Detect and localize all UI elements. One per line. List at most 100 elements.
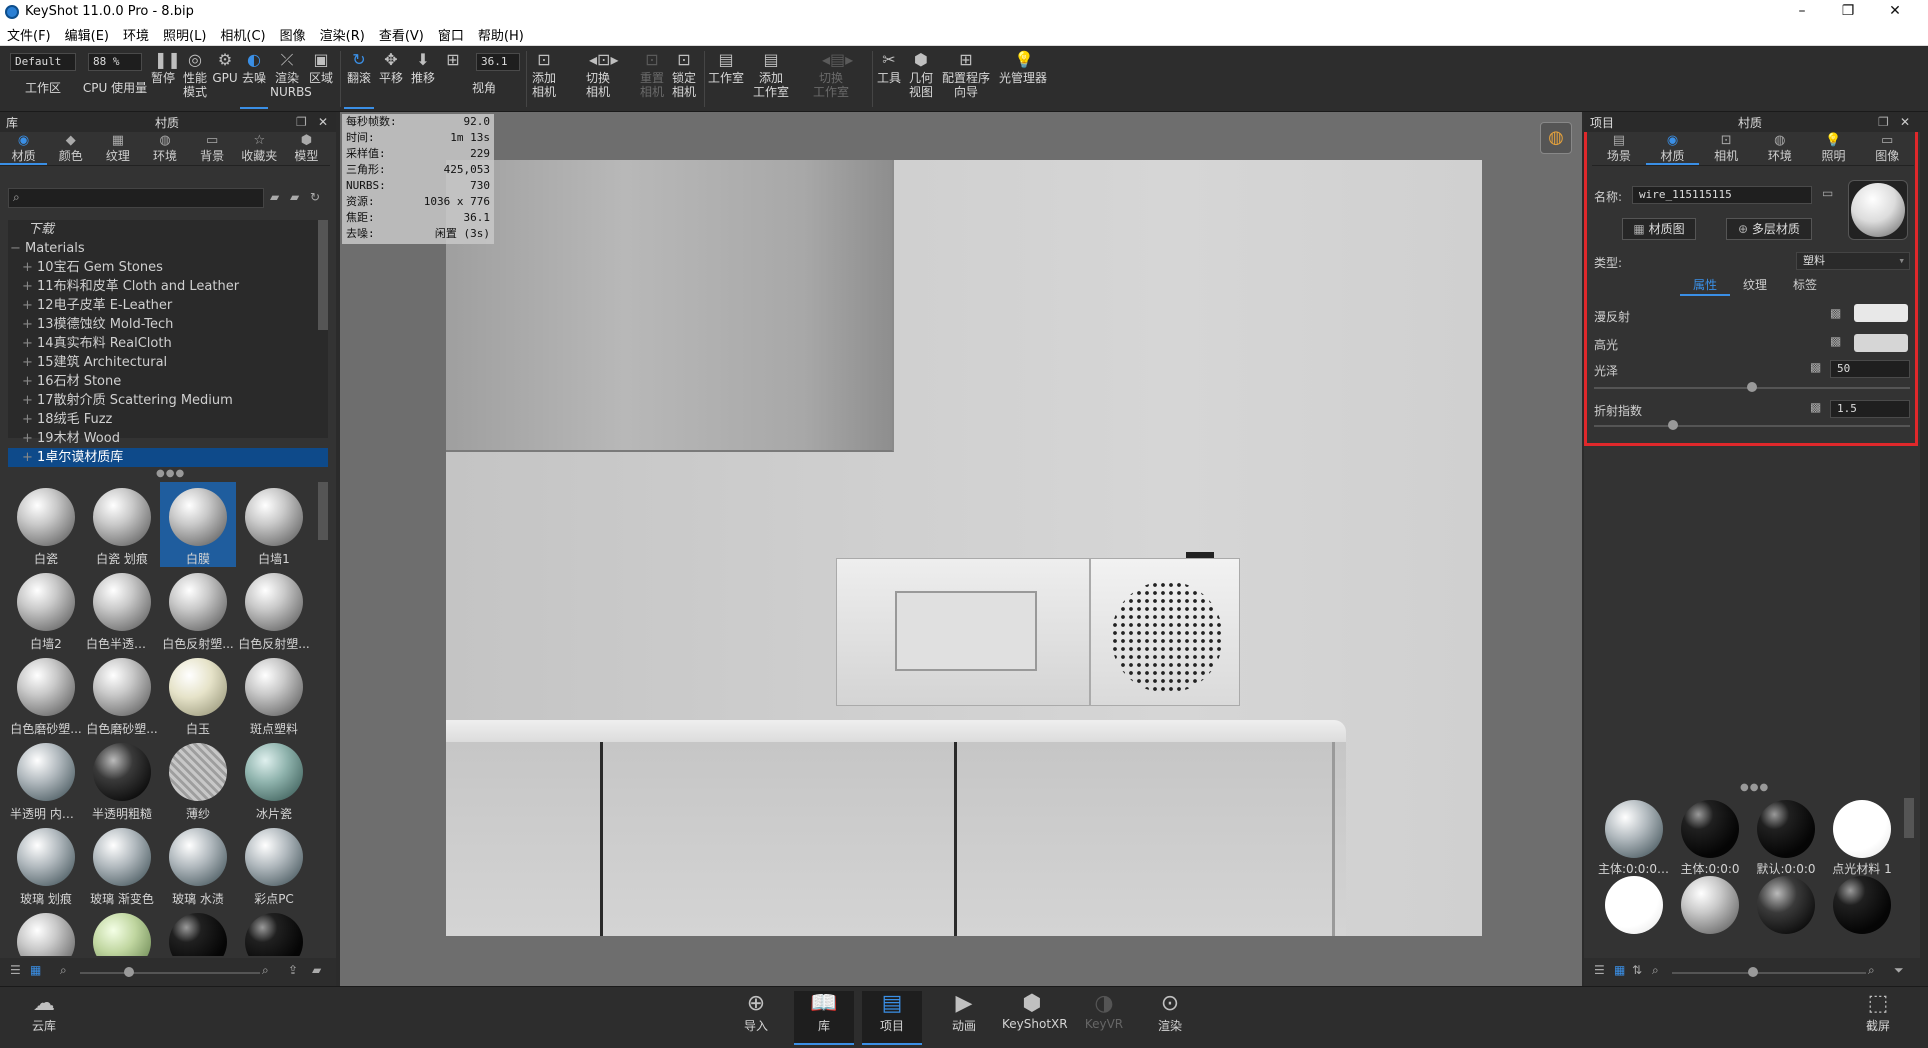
region-button[interactable]: ▣ 区域: [306, 51, 336, 109]
tree-item[interactable]: + 19木材 Wood: [8, 429, 328, 448]
add-studio-button[interactable]: ▤ 添加 工作室: [750, 51, 792, 109]
material-thumbnail[interactable]: 白瓷 划痕: [84, 482, 160, 567]
tree-item[interactable]: + 18绒毛 Fuzz: [8, 410, 328, 429]
project-button[interactable]: ▤ 项目: [862, 991, 922, 1045]
material-thumbnail[interactable]: 白色反射塑...: [236, 567, 312, 652]
texture-map-icon[interactable]: ▩: [1810, 400, 1821, 414]
folder-icon[interactable]: ▰: [312, 963, 321, 977]
diffuse-color-swatch[interactable]: [1854, 304, 1908, 322]
scene-material[interactable]: [1824, 874, 1900, 950]
roughness-slider-knob[interactable]: [1747, 382, 1757, 392]
maximize-button[interactable]: ❐: [1825, 0, 1871, 23]
scene-material[interactable]: 默认:0:0:0: [1748, 798, 1824, 876]
tumble-button[interactable]: ↻ 翻滚: [344, 51, 374, 109]
thumbnail-size-knob[interactable]: [1748, 967, 1758, 977]
denoise-button[interactable]: ◐ 去噪: [240, 51, 268, 109]
texture-map-icon[interactable]: ▩: [1830, 334, 1841, 348]
light-manager-button[interactable]: 💡 光管理器: [996, 51, 1050, 109]
tree-item[interactable]: + 15建筑 Architectural: [8, 353, 328, 372]
performance-mode-button[interactable]: ◎ 性能 模式: [180, 51, 210, 109]
tab-color[interactable]: ◆ 颜色: [47, 132, 94, 165]
list-view-icon[interactable]: ☰: [1594, 963, 1605, 977]
ior-input[interactable]: 1.5: [1830, 400, 1910, 418]
render-button[interactable]: ⊙ 渲染: [1140, 991, 1200, 1045]
save-material-icon[interactable]: ▭: [1822, 186, 1833, 200]
minimize-button[interactable]: –: [1779, 0, 1825, 23]
switch-camera-button[interactable]: ◂⊡▸ 切换 相机: [578, 51, 618, 109]
scene-material[interactable]: [1596, 874, 1672, 950]
thumbnail-size-slider[interactable]: [80, 972, 260, 974]
texture-map-icon[interactable]: ▩: [1810, 360, 1821, 374]
import-button[interactable]: ⊕ 导入: [726, 991, 786, 1045]
material-thumbnail[interactable]: 白瓷: [8, 482, 84, 567]
menu-item-2[interactable]: 环境: [116, 25, 156, 44]
tab-scene[interactable]: ▤ 场景: [1592, 132, 1646, 165]
cpu-usage-select[interactable]: 88 %: [88, 53, 142, 71]
grid-view-icon[interactable]: ▦: [1614, 963, 1625, 977]
float-panel-icon[interactable]: ❐: [1878, 115, 1889, 129]
thumbnail-size-slider[interactable]: [1672, 972, 1866, 974]
animation-button[interactable]: ▶ 动画: [934, 991, 994, 1045]
material-type-select[interactable]: 塑料 ▾: [1796, 252, 1910, 270]
pan-button[interactable]: ✥ 平移: [376, 51, 406, 109]
switch-studio-button[interactable]: ◂▤▸ 切换 工作室: [806, 51, 856, 109]
material-thumbnail[interactable]: 白色半透明 ...: [84, 567, 160, 652]
splitter-handle[interactable]: ●●●: [156, 468, 185, 479]
tree-item[interactable]: + 1卓尔谟材质库: [8, 448, 328, 467]
fov-input[interactable]: 36.1: [476, 53, 520, 71]
tree-item[interactable]: + 17散射介质 Scattering Medium: [8, 391, 328, 410]
material-thumbnail[interactable]: 白墙2: [8, 567, 84, 652]
tab-background[interactable]: ▭ 背景: [189, 132, 236, 165]
tab-model[interactable]: ⬢ 模型: [283, 132, 330, 165]
material-thumbnail[interactable]: 玻璃 划痕: [8, 822, 84, 907]
ior-slider-knob[interactable]: [1668, 420, 1678, 430]
tab-favorites[interactable]: ☆ 收藏夹: [236, 132, 283, 165]
material-thumbnail[interactable]: 薄纱: [160, 737, 236, 822]
tab-texture[interactable]: ▦ 纹理: [94, 132, 141, 165]
material-thumbnail[interactable]: 白玉: [160, 652, 236, 737]
material-thumbnail[interactable]: 白色反射塑...: [160, 567, 236, 652]
tree-item[interactable]: + 12电子皮革 E-Leather: [8, 296, 328, 315]
reset-camera-button[interactable]: ⊡ 重置 相机: [636, 51, 668, 109]
cloud-library-button[interactable]: ☁ 云库: [14, 991, 74, 1045]
refresh-icon[interactable]: ↻: [310, 190, 320, 204]
tree-group[interactable]: − Materials: [8, 239, 328, 258]
keyvr-button[interactable]: ◑ KeyVR: [1074, 991, 1134, 1045]
material-thumbnail[interactable]: [160, 907, 236, 956]
tree-item[interactable]: + 13模德蚀纹 Mold-Tech: [8, 315, 328, 334]
tree-scrollbar[interactable]: [318, 220, 328, 330]
viewport[interactable]: 每秒帧数: 92.0 时间: 1m 13s 采样值: 229 三角形: 425,053 NURB…: [340, 112, 1582, 986]
menu-item-6[interactable]: 渲染(R): [313, 25, 372, 44]
keyshotxr-button[interactable]: ⬢ KeyShotXR: [1002, 991, 1068, 1045]
pause-button[interactable]: ❚❚ 暂停: [148, 51, 181, 109]
material-thumbnail[interactable]: 斑点塑料: [236, 652, 312, 737]
subtab-1[interactable]: 纹理: [1730, 276, 1780, 296]
roughness-input[interactable]: 50: [1830, 360, 1910, 378]
tab-environment[interactable]: ◍ 环境: [1753, 132, 1807, 165]
list-view-icon[interactable]: ☰: [10, 963, 21, 977]
filter-icon[interactable]: ⏷: [1894, 963, 1904, 978]
material-thumbnail[interactable]: 冰片瓷: [236, 737, 312, 822]
upload-icon[interactable]: ⇪: [288, 963, 298, 977]
sort-icon[interactable]: ⇅: [1632, 963, 1642, 977]
zoom-in-icon[interactable]: ⌕: [262, 963, 269, 978]
tools-button[interactable]: ✂ 工具: [874, 51, 904, 109]
close-window-button[interactable]: ✕: [1872, 0, 1918, 23]
material-thumbnail[interactable]: 白色磨砂塑...: [8, 652, 84, 737]
cloud-render-icon[interactable]: ◍: [1540, 122, 1572, 154]
texture-map-icon[interactable]: ▩: [1830, 306, 1841, 320]
menu-item-8[interactable]: 窗口: [431, 25, 471, 44]
tree-item[interactable]: + 16石材 Stone: [8, 372, 328, 391]
tab-lighting[interactable]: 💡 照明: [1807, 132, 1861, 165]
zoom-out-icon[interactable]: ⌕: [60, 963, 67, 978]
grid-view-icon[interactable]: ▦: [30, 963, 41, 977]
tree-item[interactable]: + 14真实布料 RealCloth: [8, 334, 328, 353]
lock-camera-button[interactable]: ⊡ 锁定 相机: [668, 51, 700, 109]
tree-item[interactable]: + 11布料和皮革 Cloth and Leather: [8, 277, 328, 296]
workspace-select[interactable]: Default: [10, 53, 76, 71]
material-thumbnail[interactable]: 玻璃 渐变色: [84, 822, 160, 907]
specular-color-swatch[interactable]: [1854, 334, 1908, 352]
subtab-2[interactable]: 标签: [1780, 276, 1830, 296]
zoom-in-icon[interactable]: ⌕: [1868, 963, 1875, 978]
scene-material[interactable]: [1748, 874, 1824, 950]
